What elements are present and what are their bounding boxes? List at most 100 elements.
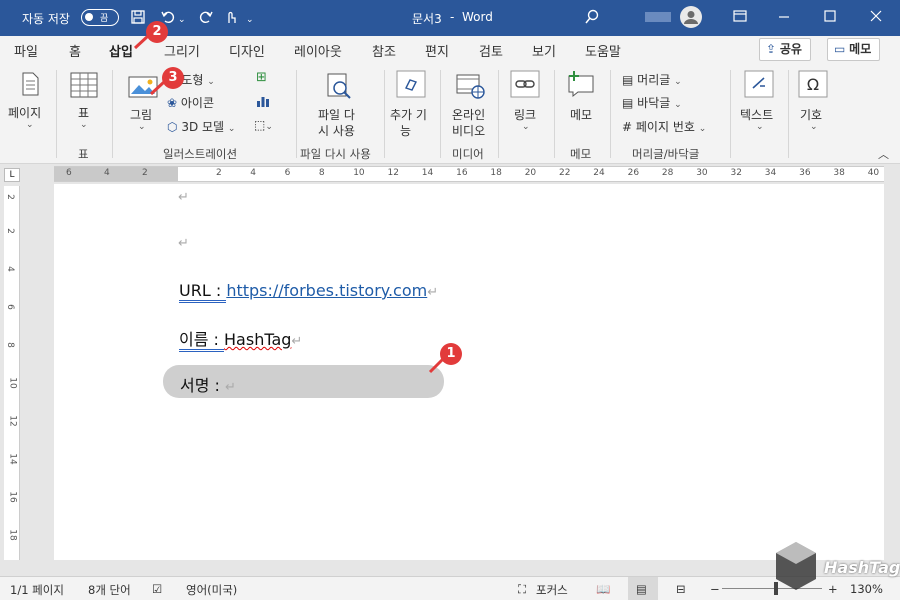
share-button[interactable]: ⇪ 공유 bbox=[759, 38, 811, 61]
tab-references[interactable]: 참조 bbox=[372, 41, 396, 60]
read-mode-icon[interactable]: 📖 bbox=[596, 582, 610, 596]
name-label: 이름 : bbox=[179, 330, 225, 352]
symbols-button[interactable]: Ω 기호 ⌄ bbox=[794, 64, 834, 144]
footer-button[interactable]: ▤ 바닥글 ⌄ bbox=[622, 94, 682, 111]
table-button[interactable]: 표 ⌄ bbox=[64, 64, 104, 144]
shapes-label: 도형 bbox=[181, 73, 204, 87]
focus-label[interactable]: 포커스 bbox=[536, 582, 568, 598]
smartart-icon[interactable]: ⊞ bbox=[256, 70, 267, 85]
ruler-tick-label: 14 bbox=[7, 453, 18, 465]
undo-dropdown-icon[interactable]: ⌄ bbox=[178, 12, 186, 28]
ruler-margin bbox=[54, 167, 178, 181]
3d-models-button[interactable]: ⬡ 3D 모델 ⌄ bbox=[167, 118, 235, 135]
page-count[interactable]: 1/1 페이지 bbox=[10, 582, 64, 598]
tab-review[interactable]: 검토 bbox=[479, 41, 503, 60]
tab-view[interactable]: 보기 bbox=[532, 41, 556, 60]
maximize-icon[interactable] bbox=[824, 9, 836, 27]
watermark-text: HashTag bbox=[824, 558, 900, 577]
redo-icon[interactable] bbox=[198, 9, 214, 29]
pages-button[interactable]: 페이지 ⌄ bbox=[8, 64, 50, 144]
comment-plus-icon bbox=[568, 71, 594, 98]
chevron-down-icon: ⌄ bbox=[522, 122, 530, 132]
ruler-tick-label: 38 bbox=[833, 168, 845, 178]
ruler-tick-label: 6 bbox=[284, 168, 291, 178]
tab-selector[interactable]: L bbox=[4, 168, 20, 182]
header-label: 머리글 bbox=[637, 73, 671, 87]
paragraph-mark: ↵ bbox=[225, 380, 236, 395]
vertical-ruler[interactable]: 2 2 4 6 8 10 12 14 16 18 bbox=[4, 186, 20, 560]
add-ins-button[interactable]: 추가 기 능 bbox=[390, 64, 434, 144]
new-comment-button[interactable]: 메모 bbox=[560, 64, 604, 144]
avatar[interactable] bbox=[680, 6, 702, 32]
save-icon[interactable] bbox=[130, 9, 146, 29]
tab-design[interactable]: 디자인 bbox=[229, 41, 265, 60]
vertical-scrollbar[interactable] bbox=[886, 184, 900, 560]
tab-mailings[interactable]: 편지 bbox=[425, 41, 449, 60]
ruler-tick-label: 10 bbox=[7, 377, 18, 389]
word-count[interactable]: 8개 단어 bbox=[88, 582, 131, 598]
callout-arrow bbox=[133, 34, 150, 50]
chevron-down-icon: ⌄ bbox=[26, 120, 34, 130]
tab-draw[interactable]: 그리기 bbox=[164, 41, 200, 60]
ruler-tick-label: 4 bbox=[250, 168, 257, 178]
chevron-down-icon: ⌄ bbox=[227, 124, 236, 134]
icons-button[interactable]: ❀ 아이콘 bbox=[167, 94, 214, 111]
proofing-icon[interactable]: ☑ bbox=[152, 582, 162, 596]
callout-arrow bbox=[149, 80, 166, 96]
signature-line[interactable]: 서명 : ↵ bbox=[180, 372, 236, 396]
customize-qat-icon[interactable]: ⌄ bbox=[246, 12, 254, 28]
ruler-tick-label: 12 bbox=[387, 168, 399, 178]
autosave-toggle[interactable]: 끔 bbox=[81, 9, 119, 26]
header-button[interactable]: ▤ 머리글 ⌄ bbox=[622, 71, 682, 88]
paragraph-mark: ↵ bbox=[427, 285, 439, 300]
reuse-files-label-2: 시 사용 bbox=[318, 124, 355, 138]
text-button[interactable]: 텍스트 ⌄ bbox=[738, 64, 782, 144]
pictures-button[interactable]: 그림 ⌄ bbox=[120, 64, 164, 144]
search-icon[interactable] bbox=[584, 9, 600, 29]
comments-button[interactable]: ▭ 메모 bbox=[827, 38, 881, 61]
name-value: HashTag bbox=[224, 330, 292, 349]
hashtag-logo-icon bbox=[776, 542, 816, 590]
table-icon bbox=[70, 72, 98, 98]
tab-insert[interactable]: 삽입 bbox=[109, 41, 133, 66]
tab-layout[interactable]: 레이아웃 bbox=[294, 41, 342, 60]
chart-icon[interactable] bbox=[256, 94, 270, 111]
callout-arrow bbox=[428, 356, 446, 374]
reuse-files-button[interactable]: 파일 다 시 사용 bbox=[312, 64, 366, 144]
link-button[interactable]: 링크 ⌄ bbox=[504, 64, 548, 144]
ruler-tick-label: 30 bbox=[696, 168, 708, 178]
tab-file[interactable]: 파일 bbox=[14, 41, 38, 60]
title-bar: 자동 저장 끔 ⌄ ⌄ 문서3 - Word bbox=[0, 0, 900, 36]
reuse-files-label-1: 파일 다 bbox=[318, 108, 355, 122]
focus-icon[interactable]: ⛶ bbox=[518, 582, 526, 597]
close-icon[interactable] bbox=[870, 9, 882, 27]
online-video-label-1: 온라인 bbox=[452, 108, 486, 122]
minimize-icon[interactable] bbox=[778, 9, 790, 27]
web-layout-icon[interactable]: ⊟ bbox=[676, 582, 686, 596]
divider bbox=[554, 70, 555, 158]
tab-home[interactable]: 홈 bbox=[69, 41, 81, 60]
ruler-tick-label: 2 bbox=[4, 228, 15, 234]
zoom-out-button[interactable]: − bbox=[710, 582, 720, 596]
ribbon: 페이지 ⌄ 표 ⌄ 표 그림 ⌄ ◔ 도형 ⌄ ❀ 아이콘 ⬡ 3D 모델 ⌄ … bbox=[0, 64, 900, 164]
horizontal-ruler[interactable]: 6 4 2 2 4 6 8 10 12 14 16 18 20 22 24 26 28 30 32 34 36 38 40 bbox=[54, 166, 884, 182]
name-line: 이름 : HashTag↵ bbox=[179, 326, 302, 352]
toggle-knob bbox=[85, 13, 93, 21]
paragraph-mark: ↵ bbox=[178, 190, 189, 205]
online-video-button[interactable]: 온라인 비디오 bbox=[448, 64, 492, 144]
print-layout-icon[interactable]: ▤ bbox=[636, 582, 647, 596]
collapse-ribbon-icon[interactable]: ︿ bbox=[878, 146, 889, 162]
ribbon-display-icon[interactable] bbox=[733, 9, 747, 27]
url-link[interactable]: https://forbes.tistory.com bbox=[226, 281, 427, 300]
ruler-tick-label: 14 bbox=[421, 168, 434, 178]
chevron-down-icon: ⌄ bbox=[80, 120, 88, 130]
ruler-tick-label: 4 bbox=[4, 266, 15, 272]
touch-mode-icon[interactable] bbox=[224, 9, 238, 29]
page-number-button[interactable]: # 페이지 번호 ⌄ bbox=[622, 118, 706, 135]
chevron-down-icon: ⌄ bbox=[674, 77, 682, 87]
tab-help[interactable]: 도움말 bbox=[585, 41, 621, 60]
ruler-tick-label: 12 bbox=[7, 415, 18, 427]
language[interactable]: 영어(미국) bbox=[186, 582, 237, 598]
group-label-comments: 메모 bbox=[570, 147, 592, 161]
screenshot-icon[interactable]: ⬚⌄ bbox=[254, 118, 273, 132]
